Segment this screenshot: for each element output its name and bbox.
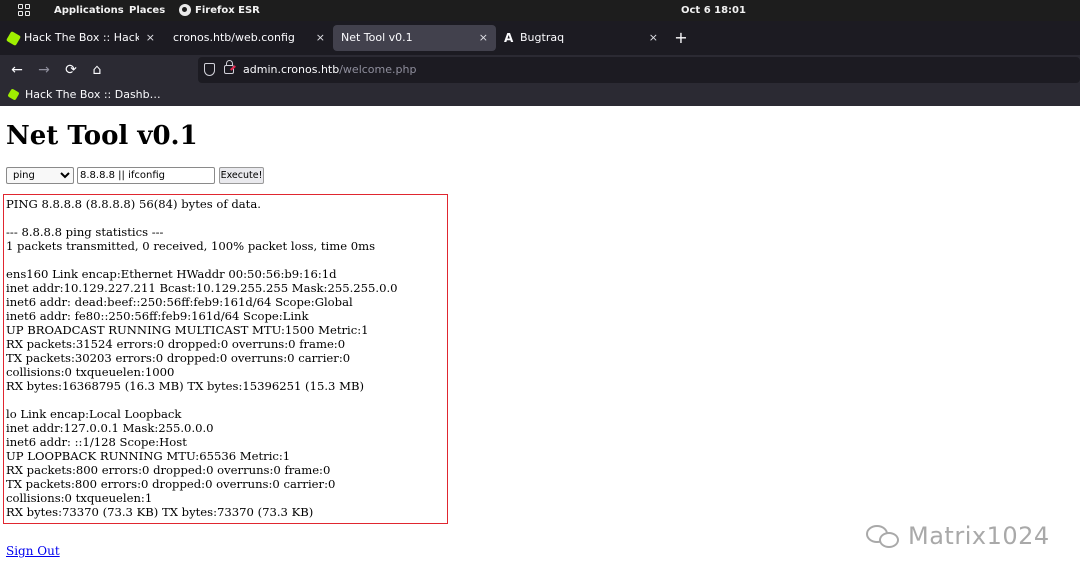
close-icon[interactable]: × (316, 25, 325, 51)
firefox-icon (179, 4, 191, 16)
command-input[interactable] (77, 167, 215, 184)
tab-web-config[interactable]: cronos.htb/web.config × (163, 25, 333, 51)
close-icon[interactable]: × (479, 25, 488, 51)
command-select[interactable]: ping (6, 167, 74, 184)
tab-hackthebox[interactable]: Hack The Box :: Hack The × (0, 25, 163, 51)
activities-grid-icon[interactable] (18, 4, 31, 17)
reload-button[interactable]: ⟳ (61, 60, 81, 80)
close-icon[interactable]: × (649, 25, 658, 51)
places-menu[interactable]: Places (129, 4, 165, 17)
tab-strip: Hack The Box :: Hack The × cronos.htb/we… (0, 21, 1080, 55)
close-icon[interactable]: × (146, 25, 155, 51)
tracking-protection-shield-icon[interactable] (204, 63, 215, 76)
bookmarks-toolbar: Hack The Box :: Dashb… (0, 85, 1080, 106)
forward-button[interactable]: → (34, 60, 54, 80)
applications-menu[interactable]: Applications (54, 4, 124, 17)
command-output-highlight: PING 8.8.8.8 (8.8.8.8) 56(84) bytes of d… (3, 194, 448, 524)
watermark-text: Matrix1024 (908, 522, 1050, 550)
tab-label: Hack The Box :: Hack The (24, 31, 139, 44)
active-app-label[interactable]: Firefox ESR (195, 4, 260, 17)
htb-cube-icon (5, 30, 22, 47)
page-content: Net Tool v0.1 ping Execute! PING 8.8.8.8… (0, 106, 1080, 579)
tab-label: Bugtraq (520, 31, 565, 44)
clock[interactable]: Oct 6 18:01 (681, 4, 746, 17)
sign-out-link[interactable]: Sign Out (6, 544, 60, 558)
url-bar[interactable]: admin.cronos.htb/welcome.php (198, 57, 1080, 83)
insecure-lock-icon[interactable] (224, 60, 234, 74)
tab-label: cronos.htb/web.config (173, 31, 295, 44)
bookmark-label: Hack The Box :: Dashb… (25, 88, 161, 101)
page-title: Net Tool v0.1 (6, 121, 198, 151)
execute-button[interactable]: Execute! (219, 167, 264, 184)
bookmark-hackthebox[interactable]: Hack The Box :: Dashb… (7, 85, 161, 106)
home-button[interactable]: ⌂ (87, 60, 107, 80)
wechat-logo-icon (866, 523, 902, 549)
navigation-toolbar: ← → ⟳ ⌂ admin.cronos.htb/welcome.php (0, 55, 1080, 85)
tab-label: Net Tool v0.1 (341, 31, 413, 44)
tab-net-tool[interactable]: Net Tool v0.1 × (333, 25, 496, 51)
back-button[interactable]: ← (7, 60, 27, 80)
tab-bugtraq[interactable]: A Bugtraq × (496, 25, 666, 51)
bugtraq-icon: A (504, 31, 514, 45)
url-text[interactable]: admin.cronos.htb/welcome.php (243, 57, 416, 83)
url-host: admin.cronos.htb (243, 63, 340, 76)
htb-cube-icon (7, 88, 20, 101)
url-path: /welcome.php (339, 63, 417, 76)
new-tab-button[interactable]: + (674, 25, 688, 51)
system-top-bar: Applications Places Firefox ESR Oct 6 18… (0, 0, 1080, 21)
command-output: PING 8.8.8.8 (8.8.8.8) 56(84) bytes of d… (6, 197, 398, 519)
